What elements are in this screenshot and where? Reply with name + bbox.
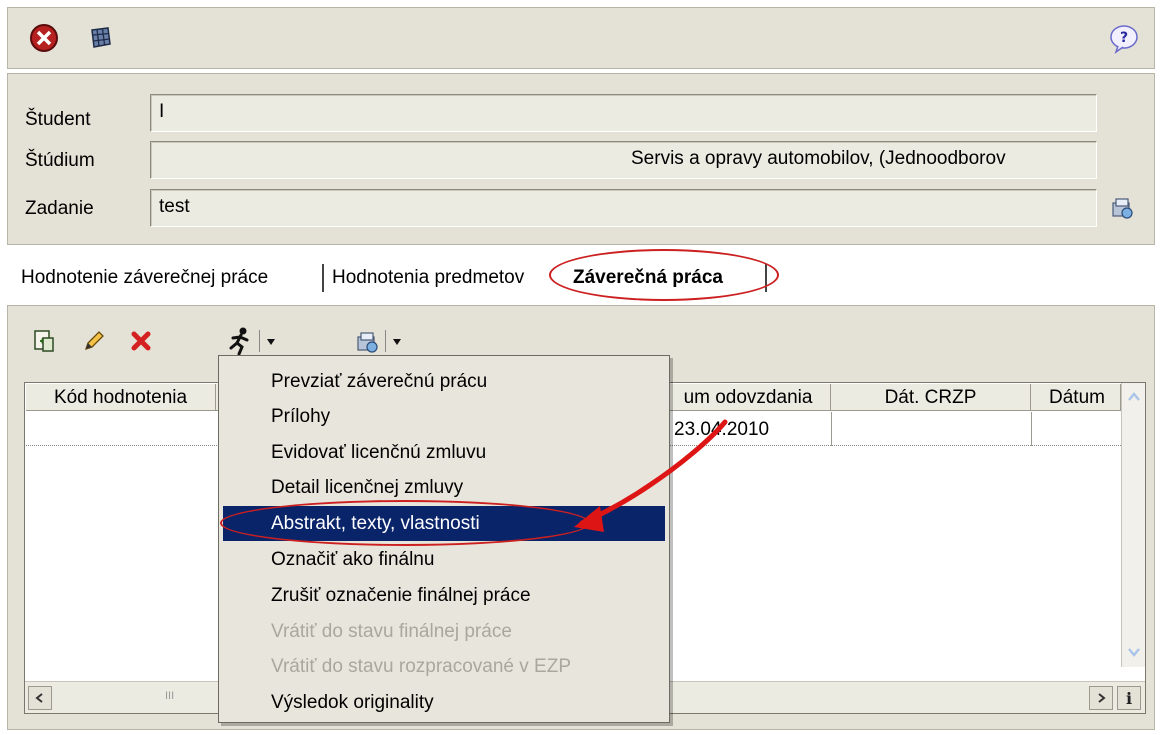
student-label: Študent	[25, 109, 91, 130]
tab-bar: Hodnotenie záverečnej práce Hodnotenia p…	[7, 247, 1155, 307]
annotation-circle-tab	[549, 249, 779, 301]
menu-item-vratit-do-stavu-finalnej[interactable]: Vrátiť do stavu finálnej práce	[223, 614, 665, 649]
scroll-right-icon[interactable]	[1089, 686, 1113, 710]
new-record-icon[interactable]	[30, 327, 58, 355]
chevron-down-icon[interactable]	[263, 334, 279, 350]
menu-item-vratit-do-stavu-rozpracovane[interactable]: Vrátiť do stavu rozpracované v EZP	[223, 649, 665, 684]
zadanie-field[interactable]: test	[150, 189, 1097, 227]
dropdown-divider	[385, 330, 386, 352]
tab-hodnotenia-predmetov[interactable]: Hodnotenia predmetov	[332, 267, 524, 289]
scroll-down-icon[interactable]	[1125, 643, 1143, 663]
info-button[interactable]: i	[1117, 686, 1141, 710]
scroll-grip[interactable]: III	[165, 690, 174, 702]
top-toolbar: ?	[7, 7, 1155, 69]
cell-divider	[1031, 412, 1032, 446]
assignment-lookup-icon[interactable]	[1108, 194, 1138, 224]
student-info-panel: Študent I Štúdium Servis a opravy automo…	[7, 73, 1155, 245]
column-header-dat-crzp[interactable]: Dát. CRZP	[831, 384, 1031, 411]
menu-item-prevziat[interactable]: Prevziať záverečnú prácu	[223, 364, 665, 399]
menu-item-oznacit-ako-finalnu[interactable]: Označiť ako finálnu	[223, 542, 665, 577]
help-icon[interactable]: ?	[1107, 22, 1141, 56]
zadanie-label: Zadanie	[25, 198, 94, 219]
scroll-left-icon[interactable]	[28, 686, 52, 710]
running-man-icon[interactable]	[224, 325, 256, 357]
close-icon[interactable]	[28, 22, 60, 54]
chevron-down-icon[interactable]	[389, 334, 405, 350]
studium-label: Štúdium	[25, 150, 95, 171]
menu-item-zrusit-oznacenie[interactable]: Zrušiť označenie finálnej práce	[223, 578, 665, 613]
tab-separator	[322, 264, 324, 292]
delete-icon[interactable]	[127, 327, 155, 355]
dropdown-divider	[259, 330, 260, 352]
studium-field[interactable]: Servis a opravy automobilov, (Jednoodbor…	[150, 141, 1097, 179]
scroll-up-icon[interactable]	[1125, 388, 1143, 408]
annotation-circle-menu-item	[220, 500, 590, 546]
annotation-arrow-icon	[574, 419, 728, 532]
column-header-datum-odovzdania[interactable]: um odovzdania	[666, 384, 831, 411]
column-header-datum[interactable]: Dátum	[1031, 384, 1121, 411]
svg-text:?: ?	[1120, 30, 1128, 46]
student-field[interactable]: I	[150, 94, 1097, 132]
cell-divider	[831, 412, 832, 446]
vertical-scrollbar[interactable]	[1121, 383, 1145, 667]
edit-pencil-icon[interactable]	[80, 327, 108, 355]
column-header-kod-hodnotenia[interactable]: Kód hodnotenia	[26, 384, 216, 411]
document-tools-icon[interactable]	[352, 327, 382, 357]
menu-item-vysledok-originality[interactable]: Výsledok originality	[223, 685, 665, 720]
grid-icon[interactable]	[84, 22, 116, 54]
tab-hodnotenie-zaverecnej-prace[interactable]: Hodnotenie záverečnej práce	[21, 267, 268, 289]
